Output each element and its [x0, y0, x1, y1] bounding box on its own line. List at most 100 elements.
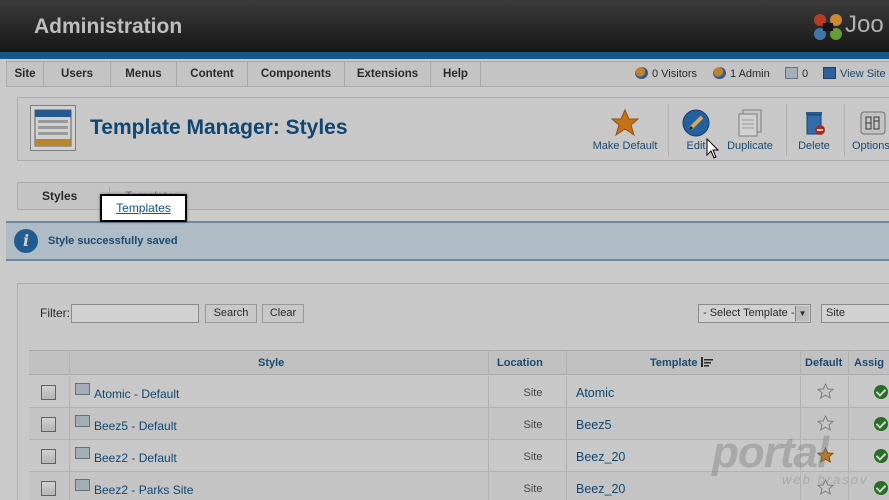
visitors-status[interactable]: 0 Visitors [635, 62, 697, 86]
tab-styles[interactable]: Styles [42, 189, 77, 203]
filter-label: Filter: [40, 306, 70, 320]
toolbar: Template Manager: Styles Make Default Ed… [17, 97, 889, 161]
main-menu: Site Users Menus Content Components Exte… [6, 61, 889, 87]
monitor-icon [823, 67, 836, 79]
column-divider [566, 351, 567, 375]
menu-site[interactable]: Site [7, 62, 44, 86]
joomla-logo-text: Joo [845, 11, 884, 38]
template-select-value: - Select Template - [703, 307, 795, 319]
menu-components[interactable]: Components [248, 62, 345, 86]
column-assigned[interactable]: Assig [854, 357, 884, 369]
location-value: Site [523, 483, 543, 495]
trash-icon [806, 112, 825, 135]
column-template-label: Template [650, 357, 698, 369]
messages-count: 0 [802, 68, 809, 80]
column-divider [69, 376, 70, 408]
sort-icon [700, 357, 713, 367]
duplicate-icon [738, 109, 762, 137]
template-link[interactable]: Atomic [576, 386, 614, 400]
mail-icon [785, 67, 798, 79]
duplicate-label: Duplicate [727, 140, 773, 152]
table-row: Atomic - Default Site Atomic [29, 376, 889, 408]
client-select-value: Site [826, 307, 845, 319]
column-divider [848, 440, 849, 472]
row-checkbox[interactable] [41, 481, 56, 496]
menu-help[interactable]: Help [431, 62, 481, 86]
style-icon [75, 383, 90, 395]
admins-status[interactable]: 1 Admin [713, 62, 770, 86]
column-divider [566, 440, 567, 472]
style-name-link[interactable]: Beez5 - Default [94, 419, 177, 433]
column-style[interactable]: Style [258, 357, 284, 369]
template-select[interactable]: - Select Template - ▼ [698, 304, 811, 323]
column-template[interactable]: Template [650, 357, 713, 369]
client-select[interactable]: Site [821, 304, 889, 323]
chevron-down-icon: ▼ [795, 306, 809, 321]
admins-label: 1 Admin [730, 68, 770, 80]
row-checkbox[interactable] [41, 449, 56, 464]
template-link[interactable]: Beez5 [576, 418, 611, 432]
mouse-cursor-icon [706, 138, 720, 159]
template-link[interactable]: Beez_20 [576, 482, 625, 496]
column-divider [566, 408, 567, 440]
style-icon [75, 447, 90, 459]
column-divider [800, 351, 801, 375]
style-name-link[interactable]: Atomic - Default [94, 387, 179, 401]
make-default-button[interactable]: Make Default [589, 104, 661, 156]
column-divider [69, 440, 70, 472]
options-button[interactable]: Options [838, 104, 889, 156]
column-divider [69, 472, 70, 500]
location-value: Site [523, 451, 543, 463]
assigned-check-icon [874, 481, 888, 495]
column-divider [848, 351, 849, 375]
message-text: Style successfully saved [48, 235, 178, 247]
joomla-logo-icon [814, 14, 842, 40]
templates-tab-highlight[interactable]: Templates [100, 194, 187, 222]
style-icon [75, 479, 90, 491]
make-default-label: Make Default [592, 140, 658, 152]
menu-content[interactable]: Content [177, 62, 248, 86]
style-name-link[interactable]: Beez2 - Default [94, 451, 177, 465]
duplicate-button[interactable]: Duplicate [715, 104, 785, 156]
visitors-label: 0 Visitors [652, 68, 698, 80]
row-checkbox[interactable] [41, 417, 56, 432]
menu-menus[interactable]: Menus [111, 62, 177, 86]
column-divider [566, 376, 567, 408]
view-site-link[interactable]: View Site [823, 62, 886, 86]
menu-users[interactable]: Users [44, 62, 111, 86]
pencil-icon [682, 109, 710, 137]
star-icon [610, 108, 640, 137]
search-button[interactable]: Search [205, 304, 257, 323]
row-checkbox[interactable] [41, 385, 56, 400]
filter-search-input[interactable] [71, 304, 199, 323]
assigned-check-icon [874, 417, 888, 431]
admin-header: Administration Joo [0, 0, 889, 52]
menu-extensions[interactable]: Extensions [345, 62, 431, 86]
templates-tab-highlight-label: Templates [116, 201, 171, 215]
page-title: Template Manager: Styles [90, 116, 348, 139]
system-message: i Style successfully saved [6, 221, 889, 261]
column-divider [488, 351, 489, 375]
options-icon [860, 111, 886, 135]
messages-status[interactable]: 0 [785, 62, 808, 86]
column-divider [566, 472, 567, 500]
column-divider [848, 376, 849, 408]
template-manager-icon [30, 105, 76, 151]
watermark-tagline: web brasov [782, 472, 869, 487]
default-star-icon[interactable] [817, 383, 834, 400]
watermark-logo: portal [712, 428, 829, 477]
visitors-icon [635, 67, 648, 79]
header-strip [0, 52, 889, 59]
table-header: Style Location Template Default Assig [29, 350, 889, 375]
style-name-link[interactable]: Beez2 - Parks Site [94, 483, 193, 497]
view-site-label: View Site [840, 68, 886, 80]
column-divider [800, 376, 801, 408]
column-divider [69, 351, 70, 375]
location-value: Site [523, 387, 543, 399]
clear-button[interactable]: Clear [262, 304, 304, 323]
column-divider [69, 408, 70, 440]
assigned-check-icon [874, 449, 888, 463]
column-location[interactable]: Location [497, 357, 543, 369]
template-link[interactable]: Beez_20 [576, 450, 625, 464]
column-default[interactable]: Default [805, 357, 842, 369]
